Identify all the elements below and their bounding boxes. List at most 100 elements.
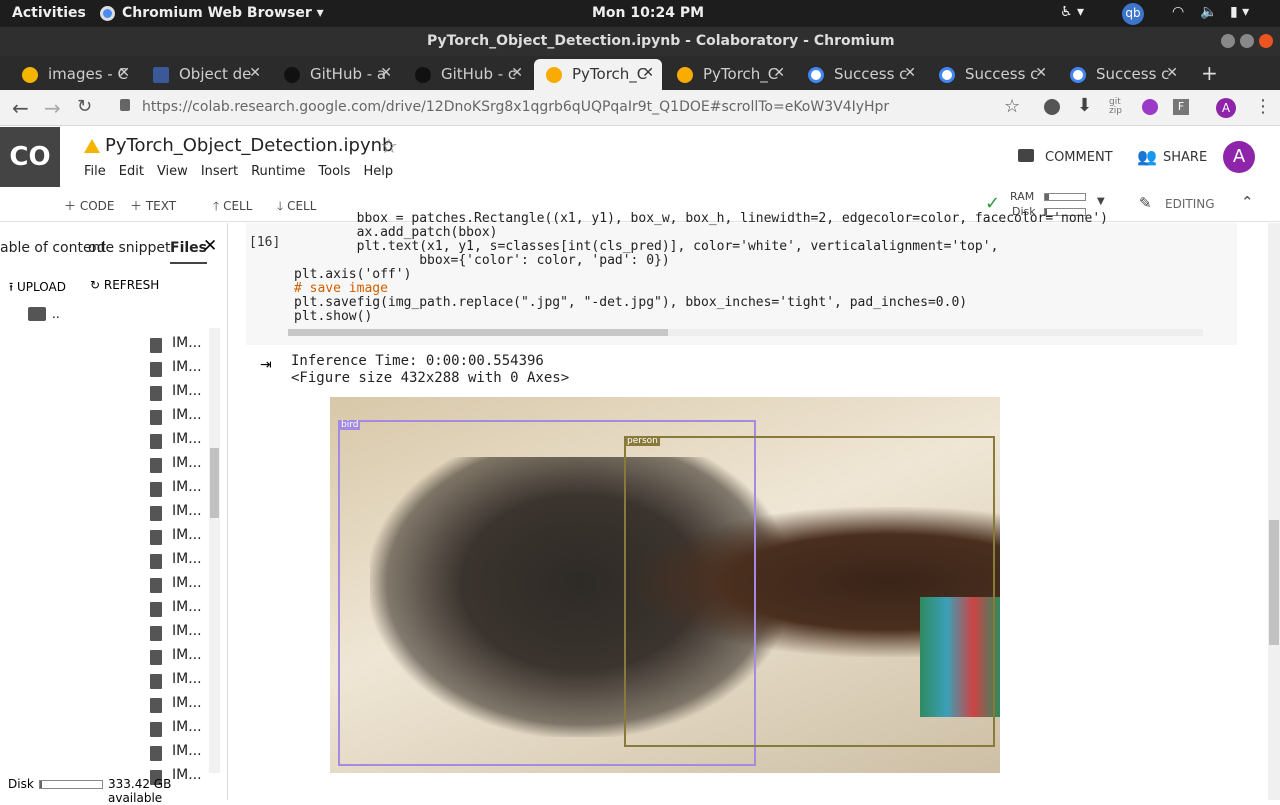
add-code-button[interactable]: ＋ CODE (64, 197, 114, 214)
parent-folder-label[interactable]: .. (52, 307, 60, 321)
menu-view[interactable]: View (157, 164, 188, 179)
maximize-button[interactable] (1240, 34, 1254, 48)
menu-tools[interactable]: Tools (318, 164, 350, 179)
tab-3[interactable]: GitHub - a ✕ (272, 59, 400, 90)
account-avatar[interactable]: A (1223, 141, 1255, 173)
tab-close-icon[interactable]: ✕ (773, 65, 785, 81)
battery-icon[interactable]: ▮ ▾ (1230, 4, 1249, 20)
chromium-icon (100, 6, 115, 21)
menu-insert[interactable]: Insert (201, 164, 238, 179)
tab-close-icon[interactable]: ✕ (118, 65, 130, 81)
file-name: IM... (172, 527, 202, 543)
file-icon (150, 506, 162, 521)
code-cell[interactable]: [16] bbox = patches.Rectangle((x1, y1), … (246, 212, 1237, 345)
qbittorrent-icon[interactable]: qb (1122, 3, 1144, 25)
clock[interactable]: Mon 10:24 PM (592, 5, 704, 21)
tab-label: PyTorch_C (703, 65, 779, 83)
output-icon[interactable]: ⇥ (260, 357, 272, 373)
disk-footer-meter (39, 780, 103, 789)
url-field[interactable]: https://colab.research.google.com/drive/… (142, 99, 889, 115)
tab-close-icon[interactable]: ✕ (380, 65, 392, 81)
close-sidebar-icon[interactable]: ✕ (203, 236, 217, 256)
extension-icon[interactable] (1044, 99, 1060, 115)
activities-button[interactable]: Activities (12, 5, 86, 21)
notebook-scroll-thumb[interactable] (1269, 520, 1279, 645)
menu-help[interactable]: Help (363, 164, 393, 179)
menu-file[interactable]: File (84, 164, 106, 179)
page-icon (153, 67, 169, 83)
tab-9[interactable]: Success c ✕ (1058, 59, 1186, 90)
tab-label: Success c (965, 65, 1039, 83)
tab-strip: images - C ✕ Object de ✕ GitHub - a ✕ GitHub -… (0, 56, 1280, 90)
browser-menu-icon[interactable]: ⋮ (1254, 96, 1272, 117)
code-line: ax.add_patch(bbox) (294, 225, 498, 240)
person-bounding-box (624, 436, 995, 747)
sidebar-scrollbar[interactable] (209, 328, 220, 773)
drive-icon (22, 67, 38, 83)
tab-close-icon[interactable]: ✕ (249, 65, 261, 81)
code-line: plt.text(x1, y1, s=classes[int(cls_pred)… (294, 239, 999, 254)
profile-avatar[interactable]: A (1216, 98, 1236, 118)
move-cell-up-button[interactable]: 🡑 CELL (213, 197, 252, 218)
file-name: IM... (172, 647, 202, 663)
window-title: PyTorch_Object_Detection.ipynb - Colabor… (427, 33, 895, 49)
tab-close-icon[interactable]: ✕ (1166, 65, 1178, 81)
tab-8[interactable]: Success c ✕ (927, 59, 1055, 90)
comment-button[interactable]: COMMENT (1045, 150, 1113, 165)
tab-label: Object de (179, 65, 252, 83)
menu-runtime[interactable]: Runtime (251, 164, 305, 179)
volume-icon[interactable]: 🔈 (1200, 4, 1217, 20)
file-icon (150, 458, 162, 473)
parent-folder-icon[interactable] (28, 307, 46, 321)
tab-close-icon[interactable]: ✕ (1035, 65, 1047, 81)
file-name: IM... (172, 407, 202, 423)
reload-icon[interactable]: ↻ (77, 96, 92, 117)
tab-close-icon[interactable]: ✕ (904, 65, 916, 81)
tab-1[interactable]: images - C ✕ (10, 59, 138, 90)
tab-5[interactable]: PyTorch_C ✕ (534, 59, 662, 90)
notebook-scrollbar[interactable] (1268, 223, 1280, 800)
tab-code-snippets[interactable]: ode snippet (88, 240, 170, 256)
colab-logo[interactable]: CO (0, 127, 60, 187)
file-name: IM... (172, 503, 202, 519)
menu-edit[interactable]: Edit (119, 164, 144, 179)
notebook-title[interactable]: PyTorch_Object_Detection.ipynb (105, 135, 393, 156)
accessibility-icon[interactable]: ♿ ▾ (1060, 4, 1084, 20)
back-icon[interactable]: ← (12, 96, 29, 120)
bookmark-star-icon[interactable]: ☆ (1004, 96, 1020, 117)
tab-close-icon[interactable]: ✕ (642, 65, 654, 81)
tab-7[interactable]: Success c ✕ (796, 59, 924, 90)
lock-icon (120, 99, 130, 111)
minimize-button[interactable] (1221, 34, 1235, 48)
tab-files[interactable]: Files (170, 240, 207, 264)
new-tab-button[interactable]: + (1201, 61, 1218, 85)
extension-q-icon[interactable] (1142, 99, 1158, 115)
code-line: plt.axis('off') (294, 267, 412, 282)
code-line: plt.savefig(img_path.replace(".jpg", "-d… (294, 295, 968, 310)
upload-button[interactable]: ⭱ UPLOAD (9, 278, 66, 299)
forward-icon[interactable]: → (44, 96, 61, 120)
collapse-header-icon[interactable]: ⌃ (1241, 193, 1254, 211)
star-icon[interactable]: ☆ (380, 134, 398, 158)
tab-2[interactable]: Object de ✕ (141, 59, 269, 90)
tab-label: Success c (1096, 65, 1170, 83)
tab-close-icon[interactable]: ✕ (511, 65, 523, 81)
code-editor[interactable]: bbox = patches.Rectangle((x1, y1), box_w… (294, 212, 1229, 324)
resources-dropdown-icon[interactable]: ▼ (1097, 196, 1105, 207)
file-icon (150, 410, 162, 425)
download-icon[interactable]: ⬇ (1077, 95, 1092, 116)
tab-4[interactable]: GitHub - c ✕ (403, 59, 531, 90)
sidebar-scroll-thumb[interactable] (210, 448, 219, 518)
tab-6[interactable]: PyTorch_C ✕ (665, 59, 793, 90)
person-label: person (625, 436, 660, 446)
add-text-button[interactable]: ＋ TEXT (130, 197, 176, 214)
extension-f-icon[interactable]: F (1173, 99, 1189, 115)
close-window-button[interactable] (1259, 34, 1273, 48)
app-menu[interactable]: Chromium Web Browser ▾ (122, 5, 324, 21)
share-button[interactable]: SHARE (1163, 150, 1207, 165)
gitzip-icon[interactable]: git zip (1109, 98, 1122, 116)
wifi-icon[interactable]: ◠ (1172, 4, 1184, 20)
code-scroll-thumb[interactable] (288, 329, 668, 336)
refresh-button[interactable]: ↻ REFRESH (90, 278, 159, 292)
editing-mode-button[interactable]: EDITING (1165, 197, 1215, 211)
